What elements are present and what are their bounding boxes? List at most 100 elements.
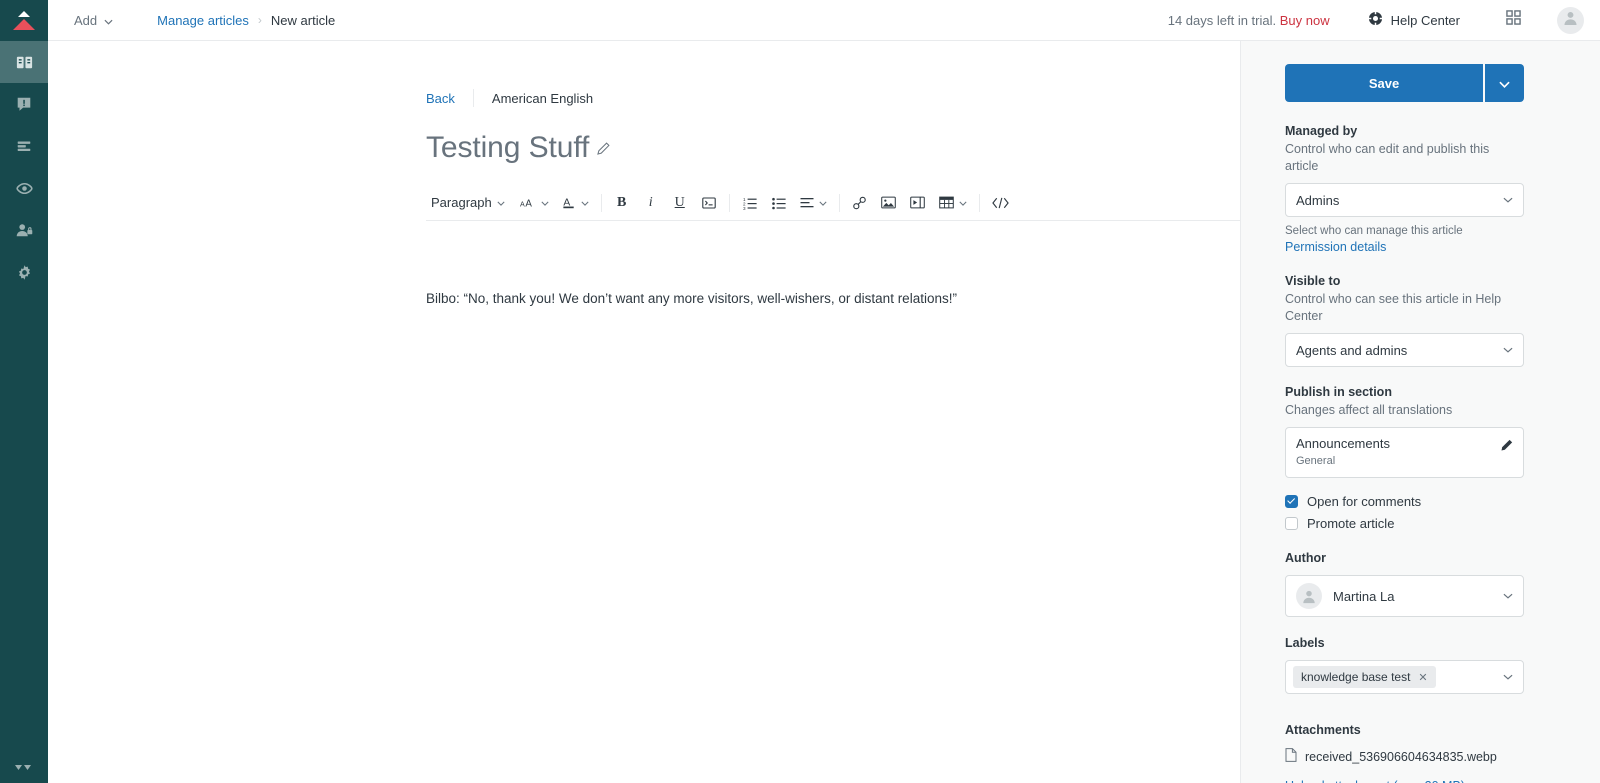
- divider: [472, 89, 474, 107]
- sidebar-item-content-blocks[interactable]: [0, 125, 48, 167]
- editor-toolbar: Paragraph A A A B i U 1 2 3: [426, 191, 1240, 221]
- bullet-list-button[interactable]: [768, 191, 790, 215]
- svg-text:3: 3: [743, 205, 746, 209]
- product-logo[interactable]: [0, 0, 48, 41]
- sidebar-item-preview[interactable]: [0, 167, 48, 209]
- author-group: Author Martina La: [1285, 550, 1524, 617]
- left-sidebar: [0, 0, 48, 783]
- managed-by-value: Admins: [1296, 192, 1340, 208]
- add-button[interactable]: Add: [66, 8, 121, 33]
- chevron-down-icon: [1499, 76, 1510, 91]
- sidebar-item-announcements[interactable]: [0, 83, 48, 125]
- attachments-group: Attachments received_536906604634835.web…: [1285, 723, 1524, 783]
- breadcrumb-current: New article: [270, 12, 336, 28]
- article-body[interactable]: Bilbo: “No, thank you! We don’t want any…: [426, 289, 1240, 309]
- apps-grid-button[interactable]: [1500, 4, 1527, 36]
- author-label: Author: [1285, 551, 1326, 565]
- publish-in-section-group: Publish in section Changes affect all tr…: [1285, 384, 1524, 478]
- visible-to-label: Visible to: [1285, 274, 1341, 288]
- toolbar-divider: [978, 193, 980, 212]
- promote-article-row[interactable]: Promote article: [1285, 514, 1524, 532]
- sidebar-item-bottom[interactable]: [0, 741, 48, 783]
- pencil-icon[interactable]: [1500, 435, 1513, 452]
- toolbar-divider: [838, 193, 840, 212]
- open-for-comments-checkbox[interactable]: [1285, 494, 1298, 508]
- attachment-item[interactable]: received_536906604634835.webp: [1285, 748, 1524, 765]
- sidebar-item-user-permissions[interactable]: [0, 209, 48, 251]
- trial-text: 14 days left in trial.: [1167, 12, 1277, 28]
- chevron-down-icon: [497, 198, 505, 208]
- main-column: Add Manage articles › New article 14 day…: [48, 0, 1600, 783]
- announcement-icon: [15, 95, 33, 113]
- toolbar-divider: [600, 193, 602, 212]
- article-settings-panel: Save Managed by Control who can edit and…: [1240, 41, 1600, 783]
- image-button[interactable]: [878, 191, 900, 215]
- article-options: Open for comments Promote article: [1285, 492, 1524, 532]
- permission-details-link[interactable]: Permission details: [1285, 239, 1524, 256]
- open-for-comments-row[interactable]: Open for comments: [1285, 492, 1524, 510]
- managed-by-group: Managed by Control who can edit and publ…: [1285, 123, 1524, 256]
- code-span-button[interactable]: [698, 191, 720, 215]
- breadcrumb-parent[interactable]: Manage articles: [157, 13, 249, 28]
- chevron-down-icon: [104, 13, 113, 28]
- labels-input[interactable]: knowledge base test ✕: [1285, 660, 1524, 694]
- save-button-group: Save: [1285, 64, 1524, 102]
- section-picker[interactable]: Announcements General: [1285, 427, 1524, 478]
- article-title-row: Testing Stuff: [426, 131, 1240, 165]
- breadcrumb: Manage articles › New article: [157, 13, 335, 28]
- open-for-comments-label: Open for comments: [1307, 493, 1422, 509]
- managed-by-label: Managed by: [1285, 124, 1358, 138]
- label-tag[interactable]: knowledge base test ✕: [1293, 666, 1436, 688]
- video-button[interactable]: [907, 191, 929, 215]
- text-color-button[interactable]: A: [559, 191, 592, 215]
- avatar: [1296, 583, 1322, 609]
- toolbar-divider: [728, 193, 730, 212]
- source-code-button[interactable]: [989, 191, 1012, 215]
- managed-by-select[interactable]: Admins: [1285, 183, 1524, 217]
- pencil-icon[interactable]: [597, 141, 610, 155]
- upload-attachment-link[interactable]: Upload attachment (max 20 MB): [1285, 779, 1465, 783]
- table-button[interactable]: [936, 191, 970, 215]
- underline-button[interactable]: U: [669, 191, 691, 215]
- chevron-down-icon: [1503, 197, 1513, 203]
- save-options-button[interactable]: [1485, 64, 1524, 102]
- top-bar-right: 14 days left in trial. Buy now Help Cent…: [1168, 4, 1584, 36]
- buy-now-link[interactable]: Buy now: [1280, 13, 1330, 28]
- chevron-down-icon: [819, 198, 827, 208]
- labels-label: Labels: [1285, 636, 1325, 650]
- paragraph-style-label: Paragraph: [431, 195, 492, 210]
- save-button[interactable]: Save: [1285, 64, 1483, 102]
- visible-to-value: Agents and admins: [1296, 342, 1408, 358]
- sidebar-item-settings[interactable]: [0, 251, 48, 293]
- managed-by-description: Control who can edit and publish this ar…: [1285, 142, 1490, 173]
- label-tag-text: knowledge base test: [1301, 670, 1411, 684]
- back-link[interactable]: Back: [426, 91, 455, 106]
- apps-grid-icon: [1506, 10, 1521, 30]
- close-icon[interactable]: ✕: [1418, 671, 1427, 684]
- author-select[interactable]: Martina La: [1285, 575, 1524, 617]
- publish-in-section-description: Changes affect all translations: [1285, 403, 1453, 417]
- font-size-button[interactable]: A A: [517, 191, 552, 215]
- file-icon: [1285, 748, 1297, 765]
- bold-button[interactable]: B: [611, 191, 633, 215]
- promote-article-checkbox[interactable]: [1285, 516, 1298, 530]
- lines-icon: [15, 137, 33, 155]
- promote-article-label: Promote article: [1307, 515, 1395, 531]
- page-title[interactable]: Testing Stuff: [426, 131, 589, 165]
- link-button[interactable]: [849, 191, 871, 215]
- user-lock-icon: [15, 221, 34, 240]
- chevron-down-icon: [1503, 347, 1513, 353]
- managed-by-hint: Select who can manage this article: [1285, 225, 1463, 237]
- ordered-list-button[interactable]: 1 2 3: [739, 191, 761, 215]
- sidebar-item-guide[interactable]: [0, 41, 48, 83]
- avatar[interactable]: [1557, 6, 1584, 34]
- align-button[interactable]: [797, 191, 830, 215]
- help-center-label: Help Center: [1390, 12, 1460, 28]
- paragraph-style-dropdown[interactable]: Paragraph: [426, 191, 510, 215]
- svg-text:A: A: [520, 200, 525, 208]
- visible-to-select[interactable]: Agents and admins: [1285, 333, 1524, 367]
- labels-group: Labels knowledge base test ✕: [1285, 635, 1524, 694]
- italic-button[interactable]: i: [640, 191, 662, 215]
- breadcrumb-separator: ›: [257, 13, 262, 27]
- help-center-button[interactable]: Help Center: [1360, 6, 1468, 34]
